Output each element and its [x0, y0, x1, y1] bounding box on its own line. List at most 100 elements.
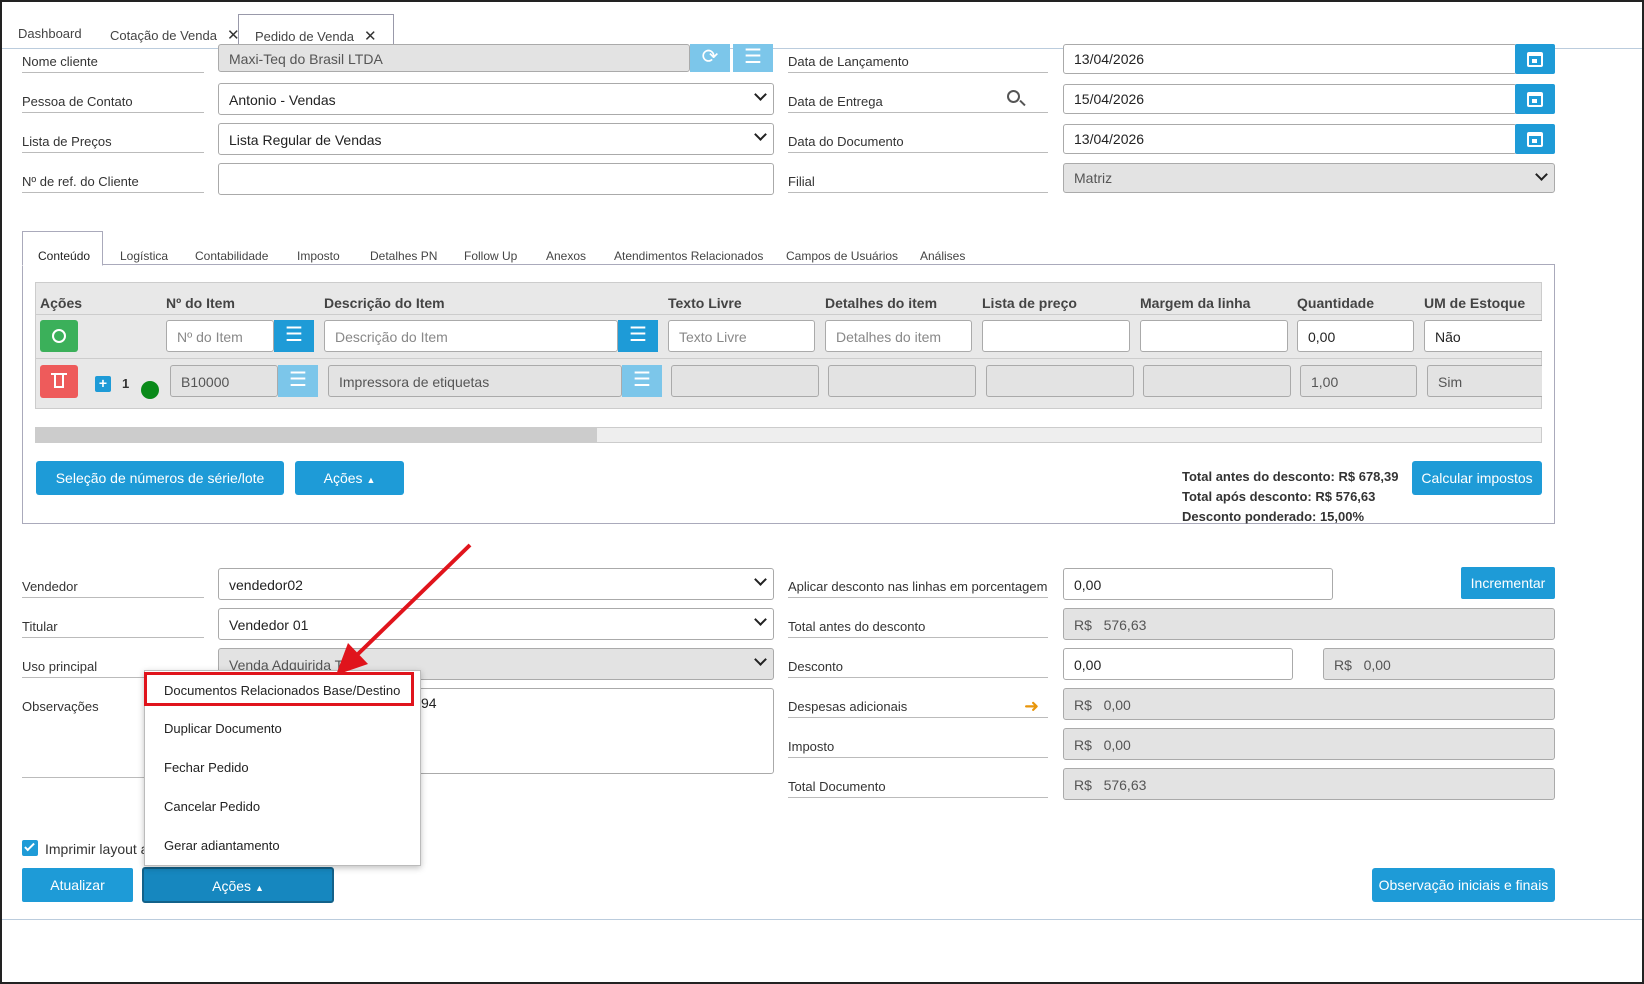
data-documento-label: Data do Documento [788, 134, 1048, 153]
data-lancamento-input[interactable]: 13/04/2026 [1063, 44, 1517, 74]
tab-label: Pedido de Venda [255, 29, 355, 44]
acoes-button[interactable]: Ações ▲ [142, 867, 334, 903]
tab-campos-usuarios[interactable]: Campos de Usuários [786, 249, 898, 263]
desconto-input[interactable]: 0,00 [1063, 648, 1293, 680]
tab-label: Dashboard [18, 26, 82, 41]
total-apos-desconto: Total após desconto: R$ 576,63 [1182, 489, 1376, 504]
ref-cliente-label: Nº de ref. do Cliente [22, 174, 204, 193]
confirm-button[interactable] [40, 320, 78, 352]
currency-label: R$ [1074, 777, 1092, 793]
lista-precos-select[interactable]: Lista Regular de Vendas [218, 123, 774, 155]
tab-anexos[interactable]: Anexos [546, 249, 586, 263]
calendar-icon[interactable] [1515, 44, 1555, 74]
desconto-ponderado: Desconto ponderado: 15,00% [1182, 509, 1365, 524]
titular-label: Titular [22, 619, 204, 638]
search-icon[interactable] [1007, 90, 1026, 107]
delete-button[interactable] [40, 365, 78, 398]
tab-label: Cotação de Venda [110, 28, 217, 43]
filial-select[interactable]: Matriz [1063, 163, 1555, 193]
new-item-desc-input[interactable]: Descrição do Item [324, 320, 618, 352]
new-margem-input[interactable] [1140, 320, 1288, 352]
new-detalhes-input[interactable]: Detalhes do item [825, 320, 972, 352]
new-lista-preco-input[interactable] [982, 320, 1130, 352]
pessoa-contato-select[interactable]: Antonio - Vendas [218, 83, 774, 115]
atualizar-button[interactable]: Atualizar [22, 868, 133, 902]
total-antes-label: Total antes do desconto [788, 619, 1048, 638]
list-icon[interactable]: ☰ [733, 44, 773, 72]
document-tabs: Dashboard Cotação de Venda ✕ Pedido de Ve… [2, 2, 1642, 50]
chevron-down-icon [754, 88, 767, 101]
add-line-icon[interactable]: + [95, 376, 111, 392]
row-um-estoque[interactable]: Sim [1427, 365, 1542, 397]
chevron-down-icon [754, 653, 767, 666]
data-documento-input[interactable]: 13/04/2026 [1063, 124, 1517, 154]
grid-divider [36, 314, 1541, 315]
observacao-iniciais-button[interactable]: Observação iniciais e finais [1372, 868, 1555, 902]
menu-item-cancelar[interactable]: Cancelar Pedido [164, 799, 260, 814]
col-um-estoque: UM de Estoque [1424, 295, 1526, 311]
currency-label: R$ [1074, 697, 1092, 713]
imprimir-checkbox[interactable] [22, 840, 38, 856]
row-margem[interactable] [1143, 365, 1291, 397]
tab-detalhes-pn[interactable]: Detalhes PN [370, 249, 437, 263]
new-quantidade-input[interactable]: 0,00 [1297, 320, 1414, 352]
ref-cliente-input[interactable] [218, 163, 774, 195]
vendedor-select[interactable]: vendedor02 [218, 568, 774, 600]
acoes-content-button[interactable]: Ações ▲ [295, 461, 404, 495]
list-icon[interactable]: ☰ [278, 365, 318, 397]
menu-item-fechar[interactable]: Fechar Pedido [164, 760, 249, 775]
tab-follow-up[interactable]: Follow Up [464, 249, 517, 263]
total-documento-label: Total Documento [788, 779, 1048, 798]
field-value: 0,00 [1363, 657, 1391, 673]
aplicar-desconto-input[interactable]: 0,00 [1063, 568, 1333, 600]
col-quantidade: Quantidade [1297, 295, 1375, 311]
row-texto-livre[interactable] [671, 365, 819, 397]
field-value: 0,00 [1103, 737, 1131, 753]
horizontal-scrollbar[interactable] [35, 427, 1542, 443]
select-value: Matriz [1074, 170, 1113, 186]
row-item-num[interactable]: B10000 [170, 365, 278, 397]
tab-logistica[interactable]: Logística [120, 249, 168, 263]
selecao-serie-button[interactable]: Seleção de números de série/lote [36, 461, 284, 495]
chevron-down-icon [754, 128, 767, 141]
menu-item-duplicar[interactable]: Duplicar Documento [164, 721, 282, 736]
calendar-icon[interactable] [1515, 84, 1555, 114]
new-item-num-input[interactable]: Nº do Item [166, 320, 274, 352]
tab-analises[interactable]: Análises [920, 249, 965, 263]
vendedor-label: Vendedor [22, 579, 204, 598]
scrollbar-thumb[interactable] [36, 428, 597, 442]
tab-atendimentos[interactable]: Atendimentos Relacionados [614, 249, 763, 263]
lista-precos-label: Lista de Preços [22, 134, 204, 153]
close-icon[interactable]: ✕ [364, 28, 377, 45]
menu-item-documentos-relacionados[interactable]: Documentos Relacionados Base/Destino [164, 683, 400, 698]
chevron-down-icon [754, 613, 767, 626]
arrow-right-icon[interactable]: ➜ [1024, 697, 1039, 715]
list-icon[interactable]: ☰ [274, 320, 314, 352]
refresh-icon[interactable]: ⟳ [690, 44, 730, 72]
field-value: 0,00 [1103, 697, 1131, 713]
nome-cliente-field[interactable]: Maxi-Teq do Brasil LTDA [218, 44, 690, 72]
titular-select[interactable]: Vendedor 01 [218, 608, 774, 640]
calendar-icon[interactable] [1515, 124, 1555, 154]
tab-imposto[interactable]: Imposto [297, 249, 340, 263]
menu-item-gerar-adiantamento[interactable]: Gerar adiantamento [164, 838, 280, 853]
data-entrega-input[interactable]: 15/04/2026 [1063, 84, 1517, 114]
row-quantidade[interactable]: 1,00 [1300, 365, 1417, 397]
imposto-field: R$ 0,00 [1063, 728, 1555, 760]
row-detalhes[interactable] [828, 365, 976, 397]
row-lista-preco[interactable] [986, 365, 1134, 397]
tab-dashboard[interactable]: Dashboard [2, 14, 98, 49]
new-texto-livre-input[interactable]: Texto Livre [668, 320, 815, 352]
incrementar-button[interactable]: Incrementar [1461, 567, 1555, 599]
tab-contabilidade[interactable]: Contabilidade [195, 249, 268, 263]
select-value: Vendedor 01 [229, 617, 309, 633]
new-um-estoque-select[interactable]: Não [1424, 320, 1542, 352]
divider [2, 919, 1642, 920]
list-icon[interactable]: ☰ [622, 365, 662, 397]
observacoes-label: Observações [22, 699, 99, 714]
caret-up-icon: ▲ [366, 475, 376, 485]
row-item-desc[interactable]: Impressora de etiquetas [328, 365, 622, 397]
field-value: 576,63 [1103, 617, 1147, 633]
list-icon[interactable]: ☰ [618, 320, 658, 352]
calcular-impostos-button[interactable]: Calcular impostos [1412, 461, 1542, 495]
